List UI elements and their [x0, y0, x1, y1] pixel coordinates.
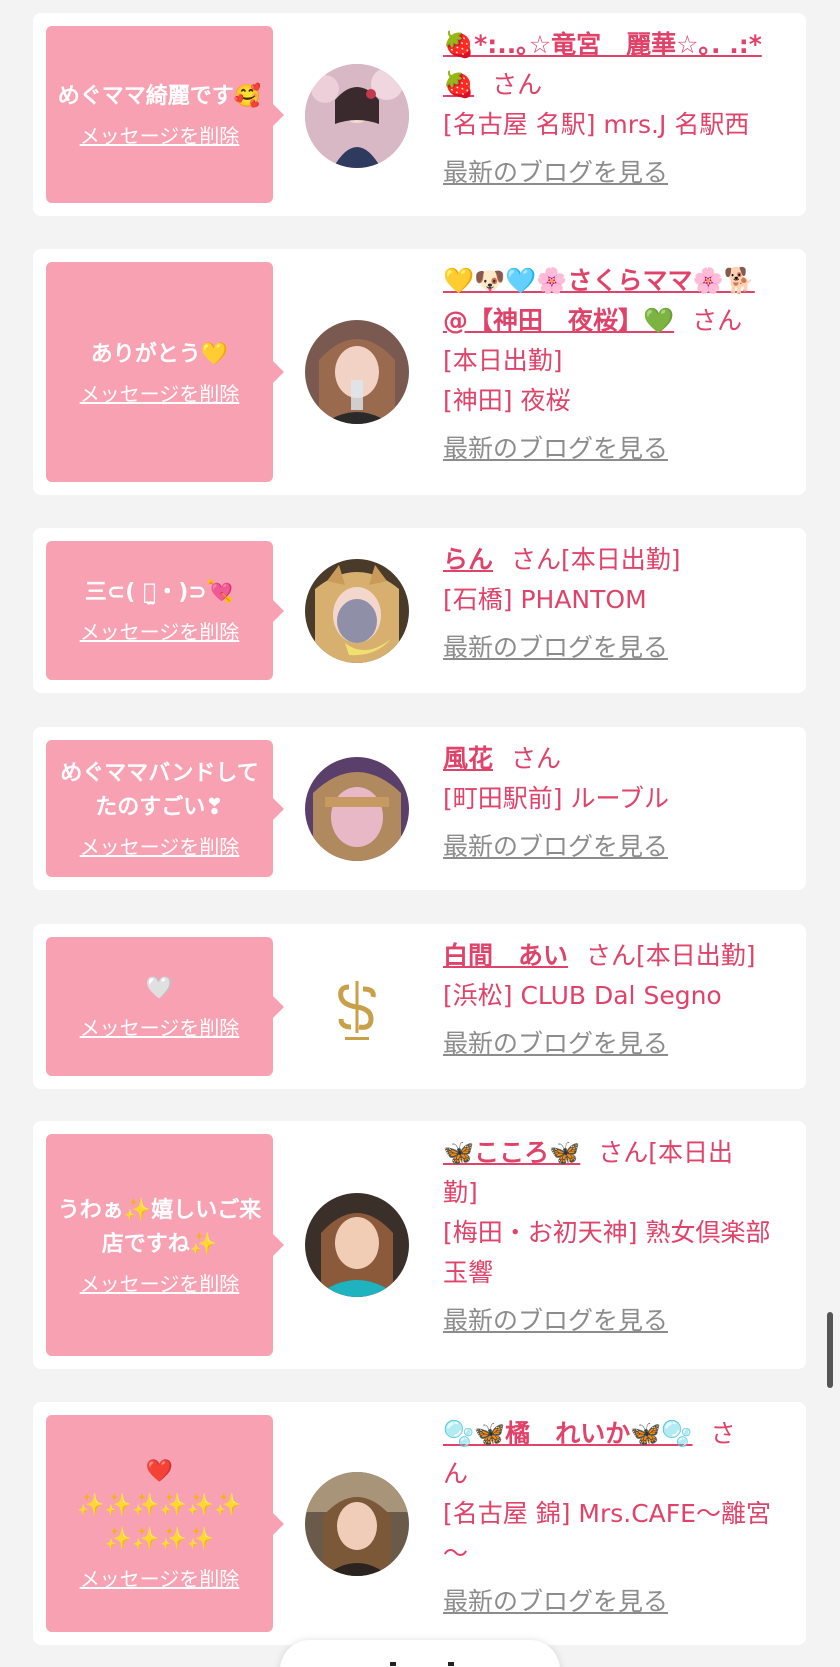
status-text: [本日出勤] — [636, 941, 756, 970]
latest-blog-link[interactable]: 最新のブログを見る — [443, 429, 668, 469]
club-logo-icon — [338, 981, 376, 1040]
status-text: [本日出勤] — [443, 346, 563, 375]
message-bubble: ありがとう💛 メッセージを削除 — [46, 262, 284, 482]
avatar-photo — [305, 757, 409, 861]
avatar-photo — [305, 559, 409, 663]
message-card: めぐママ綺麗です🥰 メッセージを削除 🍓*:..｡☆竜宮 麗華☆｡. .:* 🍓… — [33, 13, 806, 216]
shop-info-cont: 〜 — [443, 1539, 469, 1568]
message-card: 🤍 メッセージを削除 白間 あい さん[本日出勤] [浜松] CLUB Dal S… — [33, 924, 806, 1089]
honorific-cont: ん — [443, 1459, 469, 1488]
honorific: さん — [598, 1138, 649, 1167]
scrollbar[interactable] — [827, 1312, 833, 1388]
sender-info: 白間 あい さん[本日出勤] [浜松] CLUB Dal Segno 最新のブログ… — [443, 936, 795, 1064]
shop-info: [梅田・お初天神] 熟女倶楽部 — [443, 1218, 771, 1247]
latest-blog-link[interactable]: 最新のブログを見る — [443, 1301, 668, 1341]
message-text-line: ✨✨✨✨✨✨ — [77, 1493, 242, 1518]
message-text: めぐママ綺麗です🥰 — [57, 84, 262, 109]
delete-message-link[interactable]: メッセージを削除 — [80, 378, 240, 407]
avatar-photo — [305, 320, 409, 424]
sender-name-link[interactable]: 🦋こころ🦋 — [443, 1138, 580, 1167]
shop-info: [神田] 夜桜 — [443, 386, 571, 415]
status-text: [本日出 — [648, 1138, 734, 1167]
message-bubble: 🤍 メッセージを削除 — [46, 937, 284, 1076]
delete-message-link[interactable]: メッセージを削除 — [80, 616, 240, 645]
delete-message-link[interactable]: メッセージを削除 — [80, 120, 240, 149]
delete-message-link[interactable]: メッセージを削除 — [80, 1268, 240, 1297]
message-bubble: ❤️ ✨✨✨✨✨✨ ✨✨✨✨ メッセージを削除 — [46, 1415, 284, 1632]
avatar[interactable] — [305, 559, 409, 663]
message-text: めぐママバンドしてたのすごい❣ — [60, 761, 259, 820]
message-text: 三⊂( ・̫・)⊃💘 — [84, 580, 235, 605]
message-text: ありがとう💛 — [90, 341, 229, 367]
avatar-photo — [305, 1472, 409, 1576]
honorific: さん — [511, 744, 562, 773]
honorific: さ — [710, 1419, 736, 1448]
message-text: 🤍 — [145, 976, 174, 1001]
latest-blog-link[interactable]: 最新のブログを見る — [443, 1024, 668, 1064]
sender-name-link[interactable]: 風花 — [443, 744, 493, 773]
sender-info: 🫧🦋橘 れいか🦋🫧 さ ん [名古屋 錦] Mrs.CAFE〜離宮 〜 最新のブロ… — [443, 1414, 795, 1622]
message-bubble: 三⊂( ・̫・)⊃💘 メッセージを削除 — [46, 541, 284, 680]
message-bubble: うわぁ✨嬉しいご来店ですね✨ メッセージを削除 — [46, 1134, 284, 1356]
avatar[interactable] — [305, 64, 409, 168]
shop-info: [名古屋 錦] Mrs.CAFE〜離宮 — [443, 1499, 771, 1528]
sender-name-link-cont[interactable]: 🍓 — [443, 70, 474, 99]
sender-name-link[interactable]: らん — [443, 545, 493, 574]
pill-mark-icon — [448, 1662, 454, 1666]
message-card: うわぁ✨嬉しいご来店ですね✨ メッセージを削除 🦋こころ🦋 さん[本日出 勤] [… — [33, 1121, 806, 1369]
avatar[interactable] — [305, 955, 409, 1059]
honorific: さん — [692, 306, 743, 335]
bottom-floating-bar[interactable] — [280, 1640, 560, 1667]
avatar-photo — [305, 1193, 409, 1297]
sender-info: 🦋こころ🦋 さん[本日出 勤] [梅田・お初天神] 熟女倶楽部 玉響 最新のブログ… — [443, 1133, 795, 1341]
latest-blog-link[interactable]: 最新のブログを見る — [443, 153, 668, 193]
message-text-line: ✨✨✨✨ — [104, 1527, 215, 1552]
delete-message-link[interactable]: メッセージを削除 — [80, 831, 240, 860]
shop-info: [浜松] CLUB Dal Segno — [443, 981, 722, 1010]
honorific: さん — [492, 70, 543, 99]
sender-name-link-cont[interactable]: @【神田 夜桜】💚 — [443, 306, 674, 335]
status-text: [本日出勤] — [561, 545, 681, 574]
shop-info: [町田駅前] ルーブル — [443, 784, 669, 813]
avatar[interactable] — [305, 1472, 409, 1576]
sender-name-link[interactable]: 🍓*:..｡☆竜宮 麗華☆｡. .:* — [443, 30, 762, 59]
message-text-line: ❤️ — [145, 1459, 174, 1484]
shop-info: [石橋] PHANTOM — [443, 585, 647, 614]
sender-info: 風花 さん [町田駅前] ルーブル 最新のブログを見る — [443, 739, 795, 867]
message-card: 三⊂( ・̫・)⊃💘 メッセージを削除 らん さん[本日出勤] [石橋] PHAN… — [33, 528, 806, 693]
avatar[interactable] — [305, 1193, 409, 1297]
sender-info: らん さん[本日出勤] [石橋] PHANTOM 最新のブログを見る — [443, 540, 795, 668]
sender-name-link[interactable]: 白間 あい — [443, 941, 568, 970]
avatar[interactable] — [305, 320, 409, 424]
delete-message-link[interactable]: メッセージを削除 — [80, 1012, 240, 1041]
shop-info: [名古屋 名駅] mrs.J 名駅西 — [443, 110, 750, 139]
message-bubble: めぐママバンドしてたのすごい❣ メッセージを削除 — [46, 740, 284, 877]
message-text: うわぁ✨嬉しいご来店ですね✨ — [57, 1197, 262, 1257]
pill-mark-icon — [390, 1662, 396, 1666]
message-card: ❤️ ✨✨✨✨✨✨ ✨✨✨✨ メッセージを削除 🫧🦋橘 れいか🦋🫧 さ ん [名古… — [33, 1402, 806, 1645]
message-bubble: めぐママ綺麗です🥰 メッセージを削除 — [46, 26, 284, 203]
latest-blog-link[interactable]: 最新のブログを見る — [443, 1582, 668, 1622]
latest-blog-link[interactable]: 最新のブログを見る — [443, 827, 668, 867]
shop-info-cont: 玉響 — [443, 1258, 494, 1287]
message-card: めぐママバンドしてたのすごい❣ メッセージを削除 風花 さん [町田駅前] ルーブ… — [33, 727, 806, 890]
delete-message-link[interactable]: メッセージを削除 — [80, 1563, 240, 1592]
sender-name-link[interactable]: 💛🐶🩵🌸さくらママ🌸🐕 — [443, 266, 755, 295]
honorific: さん — [511, 545, 562, 574]
sender-name-link[interactable]: 🫧🦋橘 れいか🦋🫧 — [443, 1419, 693, 1448]
honorific: さん — [586, 941, 637, 970]
avatar[interactable] — [305, 757, 409, 861]
sender-info: 💛🐶🩵🌸さくらママ🌸🐕 @【神田 夜桜】💚 さん [本日出勤] [神田] 夜桜 最… — [443, 261, 795, 469]
status-text-cont: 勤] — [443, 1178, 478, 1207]
message-card: ありがとう💛 メッセージを削除 💛🐶🩵🌸さくらママ🌸🐕 @【神田 夜桜】💚 さん … — [33, 249, 806, 495]
sender-info: 🍓*:..｡☆竜宮 麗華☆｡. .:* 🍓 さん [名古屋 名駅] mrs.J 名… — [443, 25, 795, 193]
latest-blog-link[interactable]: 最新のブログを見る — [443, 628, 668, 668]
avatar-photo — [305, 64, 409, 168]
